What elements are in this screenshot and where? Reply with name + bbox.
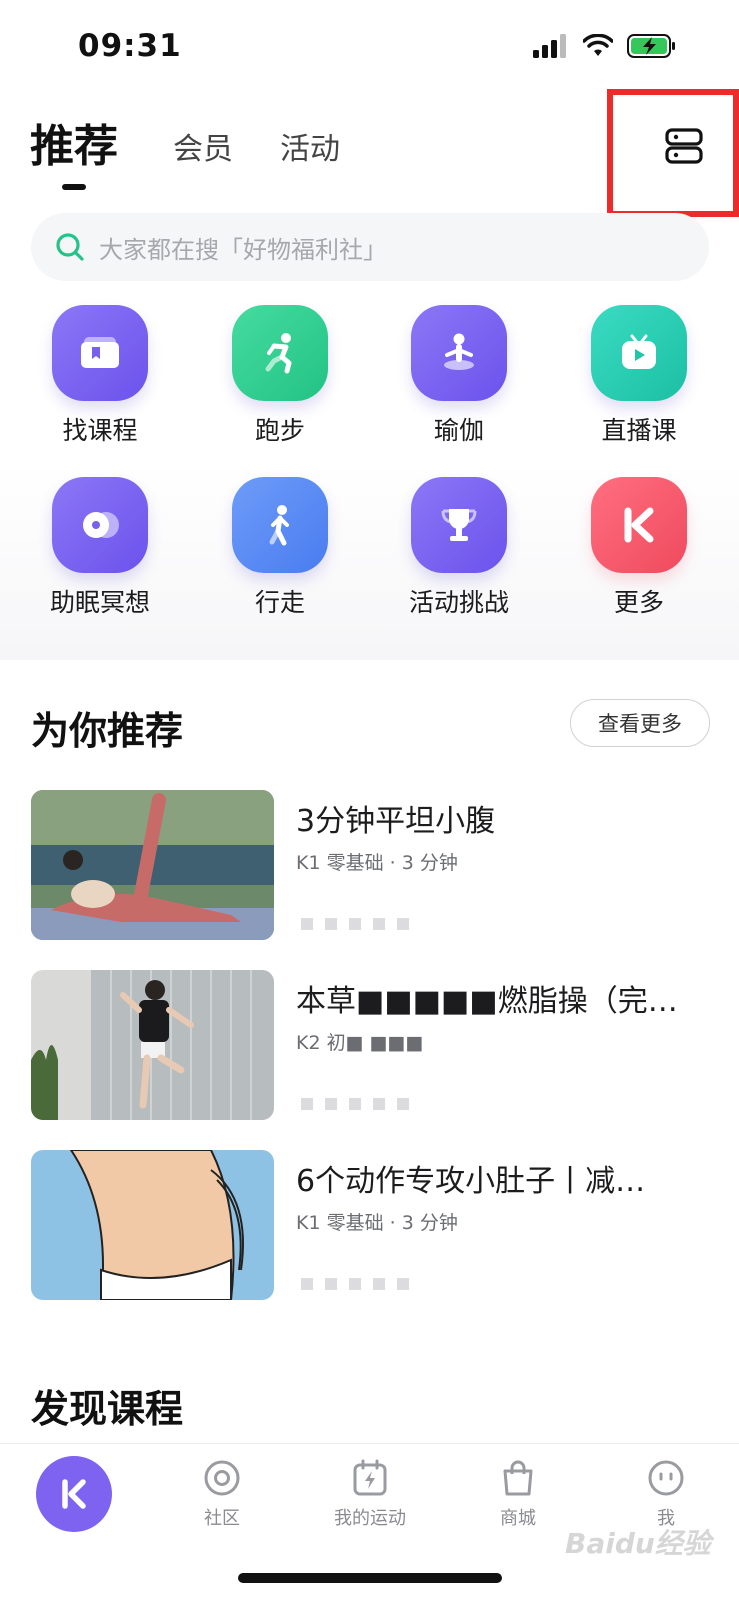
course-meta: K1 零基础 · 3 分钟	[296, 1212, 458, 1234]
keep-logo-icon	[591, 477, 687, 573]
nav-home-button[interactable]	[36, 1456, 112, 1532]
cellular-signal-icon	[533, 34, 566, 58]
running-icon	[232, 305, 328, 401]
nav-me[interactable]: 我	[596, 1458, 736, 1530]
nav-mall[interactable]: 商城	[448, 1458, 588, 1530]
grid-label: 活动挑战	[408, 588, 509, 617]
grid-label: 更多	[613, 588, 664, 617]
see-more-button[interactable]: 查看更多	[570, 699, 710, 747]
nav-label: 社区	[204, 1508, 240, 1529]
grid-label: 找课程	[62, 416, 138, 445]
grid-label: 行走	[254, 588, 305, 617]
status-icons	[533, 33, 677, 59]
status-time: 09:31	[78, 28, 182, 64]
meditation-icon	[52, 477, 148, 573]
nav-label: 我的运动	[334, 1508, 406, 1529]
search-placeholder: 大家都在搜「好物福利社」	[99, 235, 387, 264]
nav-label: 商城	[500, 1508, 536, 1529]
status-bar: 09:31	[0, 0, 739, 95]
grid-label: 直播课	[601, 416, 677, 445]
grid-item-yoga[interactable]: 瑜伽	[369, 305, 549, 447]
discover-section-title: 发现课程	[31, 1387, 184, 1431]
nav-community[interactable]: 社区	[152, 1458, 292, 1530]
search-bar[interactable]: 大家都在搜「好物福利社」	[31, 213, 709, 281]
course-title: 6个动作专攻小肚子丨减…	[296, 1164, 646, 1199]
trophy-icon	[411, 477, 507, 573]
search-icon	[56, 233, 84, 261]
nav-my-sports[interactable]: 我的运动	[300, 1458, 440, 1530]
layout-switch-button[interactable]	[664, 126, 704, 166]
course-extra-info	[301, 918, 421, 930]
shopping-bag-icon	[503, 1460, 533, 1496]
layout-switch-icon	[665, 128, 703, 164]
watermark-text: Baidu经验	[565, 1527, 711, 1560]
grid-label: 助眠冥想	[49, 588, 150, 617]
wifi-icon	[583, 34, 613, 56]
course-thumbnail	[31, 970, 274, 1120]
grid-label: 跑步	[254, 416, 305, 445]
keep-logo-icon	[62, 1479, 86, 1509]
grid-item-running[interactable]: 跑步	[190, 305, 370, 447]
course-title: 3分钟平坦小腹	[296, 804, 496, 839]
course-thumbnail	[31, 790, 274, 940]
recommend-section-title: 为你推荐	[31, 709, 184, 753]
walking-icon	[232, 477, 328, 573]
tab-recommend[interactable]: 推荐	[30, 110, 118, 174]
live-tv-icon	[591, 305, 687, 401]
course-thumbnail	[31, 1150, 274, 1300]
tab-membership[interactable]: 会员	[173, 124, 233, 168]
grid-label: 瑜伽	[433, 416, 484, 445]
course-item[interactable]: 本草■■■■■燃脂操（完… K2 初■ ■■■	[31, 970, 711, 1120]
course-item[interactable]: 3分钟平坦小腹 K1 零基础 · 3 分钟	[31, 790, 711, 940]
tab-active-indicator	[62, 184, 86, 190]
grid-item-find-course[interactable]: 找课程	[10, 305, 190, 447]
course-title: 本草■■■■■燃脂操（完…	[296, 984, 678, 1019]
course-extra-info	[301, 1278, 421, 1290]
yoga-icon	[411, 305, 507, 401]
profile-face-icon	[648, 1460, 684, 1496]
course-item[interactable]: 6个动作专攻小肚子丨减… K1 零基础 · 3 分钟	[31, 1150, 711, 1300]
grid-item-sleep-meditation[interactable]: 助眠冥想	[10, 477, 190, 619]
community-icon	[204, 1460, 240, 1496]
tab-activities[interactable]: 活动	[280, 124, 340, 168]
course-meta: K2 初■ ■■■	[296, 1032, 424, 1054]
grid-item-walking[interactable]: 行走	[190, 477, 370, 619]
calendar-bolt-icon	[353, 1459, 387, 1496]
course-card-icon	[52, 305, 148, 401]
battery-charging-icon	[627, 34, 675, 58]
grid-item-live-class[interactable]: 直播课	[549, 305, 729, 447]
grid-item-challenges[interactable]: 活动挑战	[369, 477, 549, 619]
course-meta: K1 零基础 · 3 分钟	[296, 852, 458, 874]
course-extra-info	[301, 1098, 421, 1110]
grid-item-more[interactable]: 更多	[549, 477, 729, 619]
home-indicator[interactable]	[238, 1573, 502, 1583]
